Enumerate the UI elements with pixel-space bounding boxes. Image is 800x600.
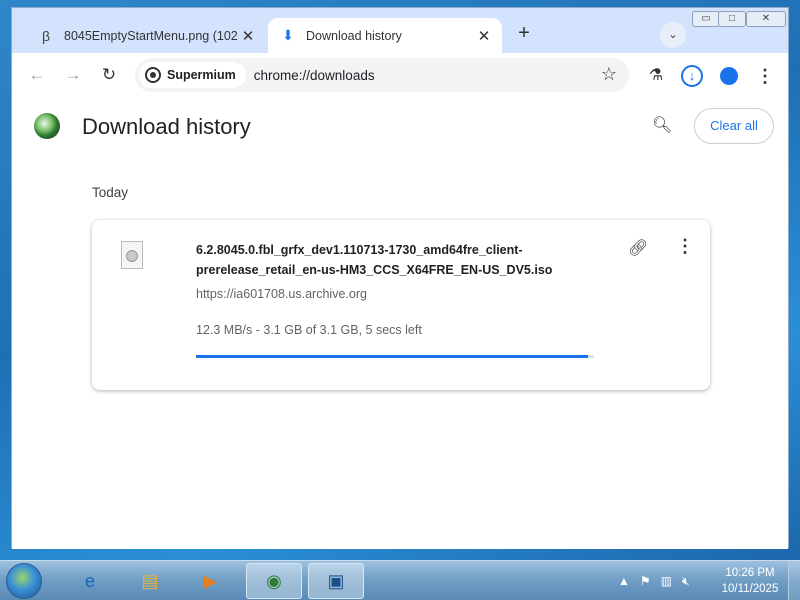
download-progress-fill xyxy=(196,355,589,358)
labs-flask-icon[interactable]: ⚗ xyxy=(645,65,667,87)
beta-icon: β xyxy=(41,27,51,44)
brand-label: Supermium xyxy=(167,68,236,82)
url-text[interactable]: chrome://downloads xyxy=(254,68,375,83)
menu-kebab-icon[interactable]: ⋮ xyxy=(754,65,776,87)
action-center-flag-icon[interactable]: ⚑ xyxy=(640,574,651,588)
date-section-label: Today xyxy=(92,185,129,200)
reload-button[interactable]: ↻ xyxy=(96,63,122,89)
window-close-button[interactable]: ✕ xyxy=(746,11,786,27)
more-actions-icon[interactable]: ⋮ xyxy=(676,236,694,258)
remote-desktop-icon[interactable]: ▣ xyxy=(308,563,364,599)
maximize-button[interactable]: □ xyxy=(718,11,746,27)
tab-strip: β 8045EmptyStartMenu.png (102 ✕ ⬇ Downlo… xyxy=(12,8,788,53)
supermium-taskbar-icon[interactable]: ◉ xyxy=(246,563,302,599)
media-player-icon[interactable]: ▶ xyxy=(182,563,238,599)
clock-date: 10/11/2025 xyxy=(721,583,779,595)
clock-time: 10:26 PM xyxy=(725,567,775,579)
back-button[interactable]: ← xyxy=(24,63,50,89)
search-icon[interactable]: 🔍︎ xyxy=(652,115,674,137)
new-tab-button[interactable]: + xyxy=(512,22,536,46)
forward-button[interactable]: → xyxy=(60,63,86,89)
downloads-page: Download history 🔍︎ Clear all Today 6.2.… xyxy=(12,97,788,549)
volume-muted-icon[interactable]: 🔇︎ xyxy=(682,574,690,589)
tab-title: 8045EmptyStartMenu.png (102 xyxy=(64,28,238,43)
show-hidden-icons-icon[interactable]: ▲ xyxy=(618,574,630,588)
close-icon[interactable]: ✕ xyxy=(476,27,492,45)
browser-window: β 8045EmptyStartMenu.png (102 ✕ ⬇ Downlo… xyxy=(11,7,789,549)
browser-toolbar: ← → ↻ Supermium chrome://downloads ☆ ⚗ ↓… xyxy=(12,53,788,97)
network-icon[interactable]: ▥ xyxy=(661,574,672,588)
show-desktop-button[interactable] xyxy=(788,561,800,600)
download-icon: ⬇ xyxy=(282,27,294,43)
site-info-chip[interactable]: Supermium xyxy=(139,62,246,88)
file-explorer-icon[interactable]: ▤ xyxy=(122,563,178,599)
tab-search-button[interactable]: ⌄ xyxy=(660,22,686,48)
download-progress-bar xyxy=(196,355,594,358)
download-filename[interactable]: 6.2.8045.0.fbl_grfx_dev1.110713-1730_amd… xyxy=(196,240,596,280)
download-source-url[interactable]: https://ia601708.us.archive.org xyxy=(196,287,367,301)
page-title: Download history xyxy=(82,114,251,139)
tab-title: Download history xyxy=(306,28,402,43)
tab-image[interactable]: β 8045EmptyStartMenu.png (102 ✕ xyxy=(26,18,266,53)
bookmark-star-icon[interactable]: ☆ xyxy=(601,64,617,85)
system-tray: ▲ ⚑ ▥ 🔇︎ xyxy=(618,571,690,591)
clear-all-button[interactable]: Clear all xyxy=(694,108,774,144)
start-button[interactable] xyxy=(6,563,42,599)
downloads-logo-icon xyxy=(34,113,60,139)
download-card: 6.2.8045.0.fbl_grfx_dev1.110713-1730_amd… xyxy=(92,220,710,390)
profile-avatar-icon[interactable] xyxy=(718,65,740,87)
browser-logo-icon xyxy=(145,67,161,83)
minimize-button[interactable]: ▭ xyxy=(692,11,720,27)
tab-download-history[interactable]: ⬇ Download history ✕ xyxy=(268,18,502,53)
address-bar[interactable]: Supermium chrome://downloads ☆ xyxy=(135,58,629,92)
copy-link-icon[interactable]: 🔗︎ xyxy=(628,238,648,258)
close-icon[interactable]: ✕ xyxy=(240,27,256,45)
disc-image-file-icon xyxy=(121,241,143,269)
downloads-button-icon[interactable]: ↓ xyxy=(681,65,703,87)
download-status: 12.3 MB/s - 3.1 GB of 3.1 GB, 5 secs lef… xyxy=(196,323,422,337)
taskbar-clock[interactable]: 10:26 PM 10/11/2025 xyxy=(720,565,780,597)
internet-explorer-icon[interactable]: e xyxy=(62,563,118,599)
taskbar: e ▤ ▶ ◉ ▣ ▲ ⚑ ▥ 🔇︎ 10:26 PM 10/11/2025 xyxy=(0,560,800,600)
